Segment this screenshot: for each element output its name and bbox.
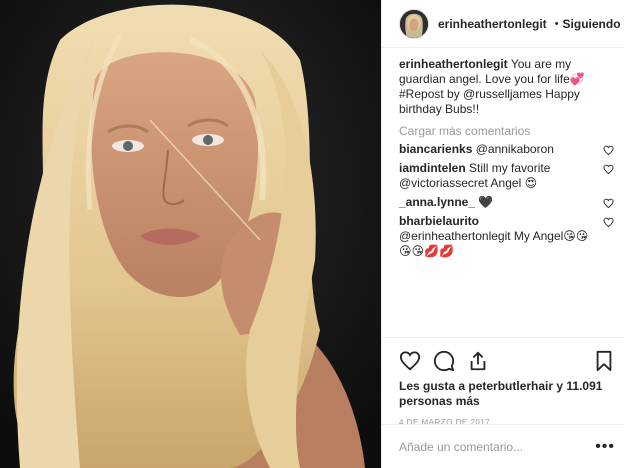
- comment-username[interactable]: iamdintelen: [399, 161, 466, 175]
- comment-like-heart-icon[interactable]: [603, 164, 614, 175]
- heart-icon: [399, 351, 421, 371]
- like-button[interactable]: [399, 350, 421, 372]
- caption-username[interactable]: erinheathertonlegit: [399, 57, 508, 71]
- more-options-icon[interactable]: •••: [595, 438, 615, 456]
- avatar[interactable]: [399, 8, 429, 39]
- post-actions-section: Les gusta a peterbutlerhair y 11.091 per…: [382, 337, 624, 427]
- comment-text: @annikaboron: [475, 142, 554, 156]
- comment-like-heart-icon[interactable]: [603, 217, 614, 228]
- comment-like-heart-icon[interactable]: [603, 145, 614, 156]
- post-sidebar: erinheathertonlegit • Siguiendo erinheat…: [381, 0, 624, 468]
- comment-bubble-icon: [433, 350, 455, 372]
- header-username[interactable]: erinheathertonlegit: [438, 17, 547, 31]
- bookmark-icon: [596, 350, 612, 372]
- comment-input[interactable]: [399, 439, 589, 454]
- likes-summary[interactable]: Les gusta a peterbutlerhair y 11.091 per…: [399, 379, 615, 409]
- following-button[interactable]: Siguiendo: [563, 17, 621, 31]
- share-button[interactable]: [467, 350, 489, 372]
- post-header: erinheathertonlegit • Siguiendo: [382, 0, 624, 48]
- comment-text: 🖤: [478, 195, 494, 209]
- comment-item: bharbielaurito @erinheathertonlegit My A…: [399, 214, 614, 259]
- save-button[interactable]: [593, 350, 615, 372]
- comment-username[interactable]: biancarienks: [399, 142, 472, 156]
- comment-item: _anna.lynne_ 🖤: [399, 195, 614, 210]
- comment-button[interactable]: [433, 350, 455, 372]
- comment-item: biancarienks @annikaboron: [399, 142, 614, 157]
- add-comment-bar: •••: [382, 424, 624, 468]
- comment-username[interactable]: _anna.lynne_: [399, 195, 475, 209]
- share-icon: [470, 351, 486, 371]
- comment-item: iamdintelen Still my favorite @victorias…: [399, 161, 614, 191]
- avatar-image: [400, 9, 428, 38]
- load-more-comments-link[interactable]: Cargar más comentarios: [399, 124, 614, 138]
- post-caption: erinheathertonlegit You are my guardian …: [399, 57, 614, 117]
- instagram-post: erinheathertonlegit • Siguiendo erinheat…: [0, 0, 624, 468]
- comment-like-heart-icon[interactable]: [603, 198, 614, 209]
- portrait-image: [0, 0, 381, 468]
- header-separator: •: [554, 17, 559, 30]
- action-bar: [399, 338, 615, 384]
- comment-username[interactable]: bharbielaurito: [399, 214, 479, 228]
- comments-list: erinheathertonlegit You are my guardian …: [382, 48, 624, 259]
- post-photo[interactable]: [0, 0, 381, 468]
- comment-text: @erinheathertonlegit My Angel😘😘😘😘💋💋: [399, 229, 589, 258]
